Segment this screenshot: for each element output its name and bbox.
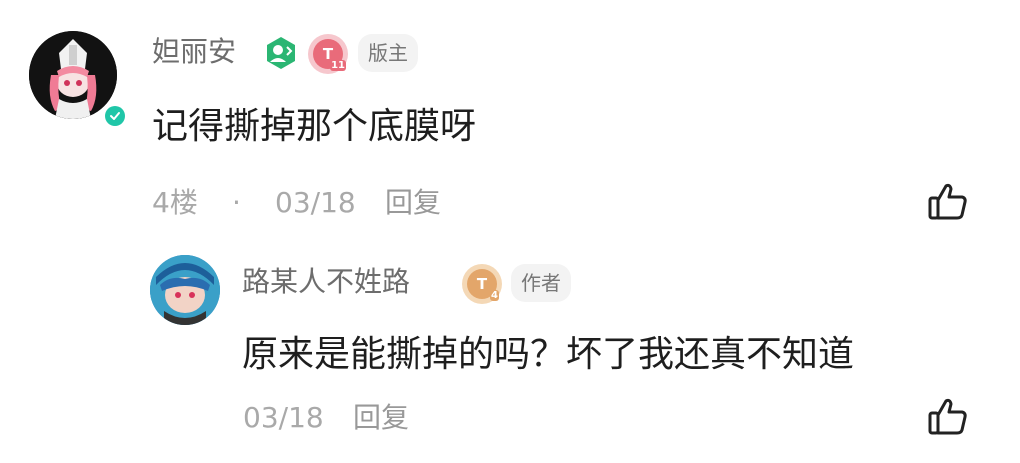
level-badge-orange: T 4 <box>462 264 502 304</box>
moderator-icon <box>263 35 299 71</box>
avatar-illustration <box>29 31 117 119</box>
reply-date: 03/18 <box>243 401 324 434</box>
commenter-username[interactable]: 妲丽安 <box>152 38 236 66</box>
thumbs-up-icon[interactable] <box>926 395 970 439</box>
thumbs-up-icon[interactable] <box>926 180 970 224</box>
meta-separator: · <box>232 186 241 219</box>
author-role-badge: 作者 <box>511 264 571 302</box>
reply-username[interactable]: 路某人不姓路 <box>242 268 410 296</box>
floor-number: 4楼 <box>152 186 198 219</box>
level-badge-pink: T 11 <box>308 34 348 74</box>
reply-text: 原来是能撕掉的吗？坏了我还真不知道 <box>242 334 855 375</box>
verified-badge <box>102 103 128 129</box>
commenter-avatar[interactable] <box>29 31 117 119</box>
reply-button[interactable]: 回复 <box>385 189 441 217</box>
comment-text: 记得撕掉那个底膜呀 <box>152 106 477 147</box>
moderator-role-badge: 版主 <box>358 34 418 72</box>
reply-avatar-illustration <box>150 255 220 325</box>
comment-date: 03/18 <box>275 186 356 219</box>
reply-reply-button[interactable]: 回复 <box>353 404 409 432</box>
reply-avatar[interactable] <box>150 255 220 325</box>
check-badge-icon <box>105 106 125 126</box>
